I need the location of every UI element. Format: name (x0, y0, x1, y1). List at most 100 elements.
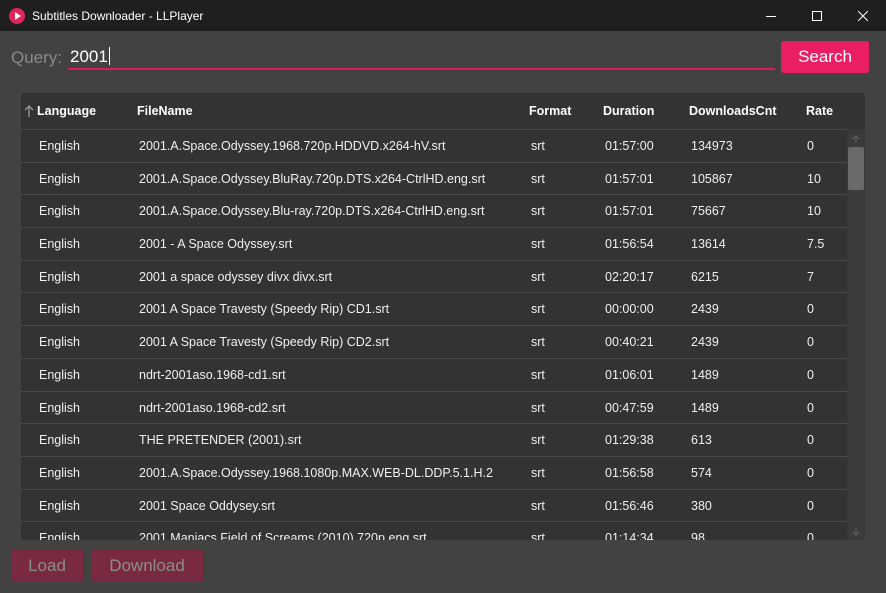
column-header-format[interactable]: Format (529, 104, 571, 118)
search-button[interactable]: Search (781, 41, 869, 73)
table-row[interactable]: English 2001 - A Space Odyssey.srt srt 0… (21, 227, 847, 260)
cell-rate: 10 (807, 171, 821, 186)
text-caret (108, 47, 110, 65)
table-row[interactable]: English 2001.A.Space.Odyssey.1968.720p.H… (21, 129, 847, 162)
scroll-up-button[interactable] (850, 133, 862, 145)
table-row[interactable]: English 2001.A.Space.Odyssey.1968.1080p.… (21, 455, 847, 489)
table-body: English 2001.A.Space.Odyssey.1968.720p.H… (21, 129, 847, 540)
cell-downloads: 134973 (691, 139, 733, 153)
cell-filename: 2001 A Space Travesty (Speedy Rip) CD1.s… (139, 302, 390, 317)
close-button[interactable] (840, 0, 886, 31)
cell-downloads: 105867 (691, 171, 733, 186)
cell-format: srt (531, 531, 545, 540)
cell-language: English (39, 498, 80, 513)
cell-downloads: 2439 (691, 335, 719, 350)
cell-rate: 0 (807, 139, 814, 153)
minimize-button[interactable] (748, 0, 794, 31)
title-bar: Subtitles Downloader - LLPlayer (0, 0, 886, 31)
table-row[interactable]: English 2001 A Space Travesty (Speedy Ri… (21, 292, 847, 325)
cell-rate: 7 (807, 269, 814, 284)
cell-downloads: 75667 (691, 204, 726, 219)
column-header-downloads[interactable]: DownloadsCnt (689, 104, 777, 118)
cell-duration: 00:47:59 (605, 400, 654, 415)
cell-format: srt (531, 367, 545, 382)
cell-language: English (39, 139, 80, 153)
cell-language: English (39, 465, 80, 480)
table-row[interactable]: English ndrt-2001aso.1968-cd1.srt srt 01… (21, 357, 847, 391)
load-button[interactable]: Load (11, 549, 83, 582)
window-title: Subtitles Downloader - LLPlayer (32, 8, 204, 23)
cell-language: English (39, 302, 80, 317)
scroll-down-button[interactable] (850, 526, 862, 538)
cell-filename: 2001.A.Space.Odyssey.Blu-ray.720p.DTS.x2… (139, 204, 485, 219)
cell-filename: 2001.A.Space.Odyssey.1968.720p.HDDVD.x26… (139, 139, 446, 153)
table-row[interactable]: English 2001 Space Oddysey.srt srt 01:56… (21, 488, 847, 522)
minimize-icon (766, 15, 776, 17)
cell-filename: 2001 - A Space Odyssey.srt (139, 237, 293, 252)
vertical-scrollbar[interactable] (847, 129, 865, 540)
cell-format: srt (531, 139, 545, 153)
arrow-down-icon (852, 528, 860, 536)
cell-format: srt (531, 204, 545, 219)
table-row[interactable]: English 2001 a space odyssey divx divx.s… (21, 259, 847, 293)
cell-format: srt (531, 335, 545, 350)
cell-filename: 2001.A.Space.Odyssey.1968.1080p.MAX.WEB-… (139, 465, 493, 480)
table-row[interactable]: English 2001.A.Space.Odyssey.BluRay.720p… (21, 161, 847, 195)
cell-duration: 02:20:17 (605, 269, 654, 284)
cell-rate: 0 (807, 531, 814, 540)
column-header-rate[interactable]: Rate (806, 104, 833, 118)
column-header-language[interactable]: Language (37, 104, 96, 118)
cell-rate: 7.5 (807, 237, 825, 252)
cell-filename: THE PRETENDER (2001).srt (139, 433, 302, 448)
maximize-button[interactable] (794, 0, 840, 31)
cell-duration: 01:57:01 (605, 171, 654, 186)
cell-duration: 01:56:46 (605, 498, 654, 513)
cell-downloads: 2439 (691, 302, 719, 317)
table-row[interactable]: English ndrt-2001aso.1968-cd2.srt srt 00… (21, 390, 847, 424)
cell-filename: 2001.A.Space.Odyssey.BluRay.720p.DTS.x26… (139, 171, 486, 186)
maximize-icon (812, 10, 822, 21)
cell-format: srt (531, 433, 545, 448)
cell-filename: 2001 a space odyssey divx divx.srt (139, 269, 333, 284)
cell-duration: 01:57:00 (605, 139, 654, 153)
cell-rate: 0 (807, 498, 814, 513)
cell-language: English (39, 433, 80, 448)
cell-duration: 01:29:38 (605, 433, 654, 448)
scroll-thumb[interactable] (848, 147, 864, 190)
cell-rate: 0 (807, 465, 814, 480)
sort-ascending-icon (24, 105, 34, 117)
app-logo-icon (9, 7, 25, 24)
cell-rate: 0 (807, 400, 814, 415)
arrow-up-icon (852, 135, 860, 143)
cell-downloads: 613 (691, 433, 712, 448)
table-row[interactable]: English THE PRETENDER (2001).srt srt 01:… (21, 423, 847, 456)
cell-language: English (39, 171, 80, 186)
column-header-duration[interactable]: Duration (603, 104, 654, 118)
cell-duration: 01:57:01 (605, 204, 654, 219)
cell-filename: 2001 A Space Travesty (Speedy Rip) CD2.s… (139, 335, 390, 350)
cell-format: srt (531, 237, 545, 252)
cell-format: srt (531, 302, 545, 317)
table-row[interactable]: English 2001 Maniacs Field of Screams (2… (21, 521, 847, 540)
table-row[interactable]: English 2001.A.Space.Odyssey.Blu-ray.720… (21, 194, 847, 227)
cell-downloads: 98 (691, 531, 705, 540)
close-icon (858, 10, 868, 21)
cell-duration: 01:14:34 (605, 531, 654, 540)
cell-duration: 01:06:01 (605, 367, 654, 382)
table-header: Language FileName Format Duration Downlo… (21, 93, 865, 129)
column-header-filename[interactable]: FileName (137, 104, 193, 118)
cell-rate: 0 (807, 335, 814, 350)
cell-language: English (39, 237, 80, 252)
cell-downloads: 1489 (691, 400, 719, 415)
download-button[interactable]: Download (91, 549, 203, 582)
cell-duration: 00:40:21 (605, 335, 654, 350)
cell-duration: 01:56:54 (605, 237, 654, 252)
cell-format: srt (531, 498, 545, 513)
table-row[interactable]: English 2001 A Space Travesty (Speedy Ri… (21, 325, 847, 358)
query-value: 2001 (70, 47, 108, 66)
cell-language: English (39, 269, 80, 284)
query-input[interactable]: 2001 (68, 44, 775, 70)
cell-language: English (39, 367, 80, 382)
cell-language: English (39, 204, 80, 219)
cell-format: srt (531, 269, 545, 284)
